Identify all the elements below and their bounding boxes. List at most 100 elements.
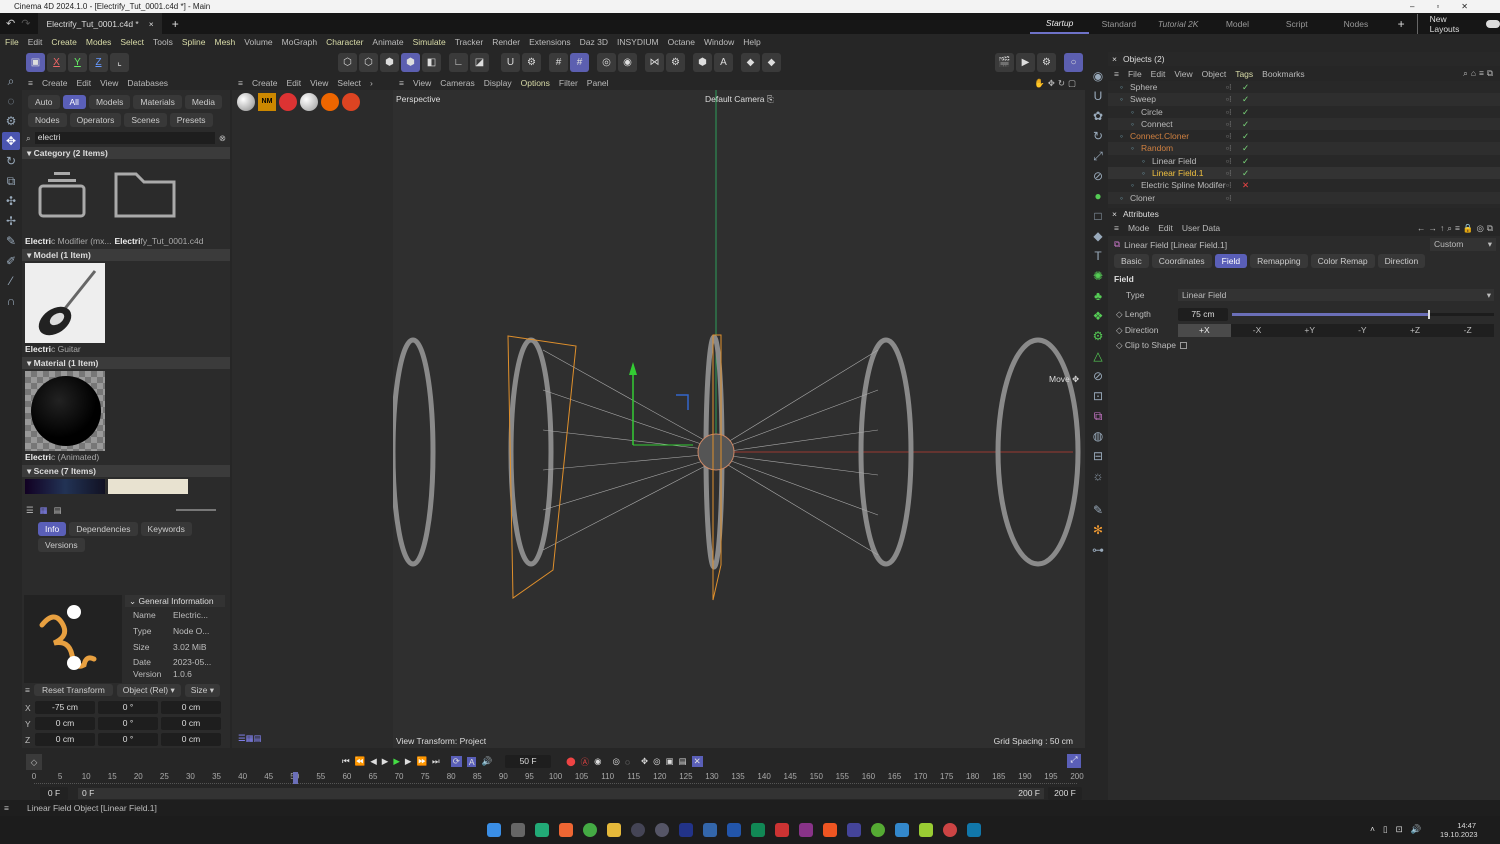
- model-transform-icon[interactable]: ✢: [2, 212, 20, 230]
- scene-thumbnail[interactable]: [25, 479, 105, 494]
- visibility-toggle[interactable]: ▫⁝: [1226, 118, 1232, 130]
- objects-menu-edit[interactable]: Edit: [1151, 69, 1166, 79]
- asset-electrify-scene[interactable]: [112, 170, 182, 240]
- menu-mesh[interactable]: Mesh: [215, 37, 236, 47]
- sound-icon[interactable]: 🔊: [481, 756, 492, 767]
- menu-window[interactable]: Window: [704, 37, 734, 47]
- filter-materials[interactable]: Materials: [133, 95, 182, 109]
- object-row[interactable]: ◦ Cloner ▫⁝: [1108, 191, 1500, 204]
- menu-file[interactable]: File: [5, 37, 19, 47]
- chrome-icon[interactable]: [583, 823, 597, 837]
- section-category[interactable]: ▾ Category (2 Items): [22, 147, 230, 159]
- select-gear-icon[interactable]: ⚙: [2, 112, 20, 130]
- key-params-icon[interactable]: ✥: [641, 756, 648, 767]
- object-row[interactable]: ◦ Electric Spline Modifer ▫⁝ ✕: [1108, 179, 1500, 191]
- position-y-field[interactable]: 0 cm: [35, 717, 95, 730]
- brave-icon[interactable]: [823, 823, 837, 837]
- knife-icon[interactable]: ⁄: [2, 272, 20, 290]
- menu-mograph[interactable]: MoGraph: [282, 37, 317, 47]
- timeline-graph-icon[interactable]: ⤢: [1067, 754, 1081, 768]
- menu-extensions[interactable]: Extensions: [529, 37, 571, 47]
- objects-menu-file[interactable]: File: [1128, 69, 1142, 79]
- object-row[interactable]: ◦ Connect ▫⁝ ✓: [1108, 117, 1500, 131]
- tab-direction[interactable]: Direction: [1377, 254, 1426, 268]
- pen-icon[interactable]: ✎: [1089, 501, 1107, 519]
- attributes-menu-mode[interactable]: Mode: [1128, 223, 1149, 233]
- key-scale-icon[interactable]: ▤: [679, 756, 687, 767]
- playhead[interactable]: [292, 772, 298, 784]
- window-controls[interactable]: –▫✕: [1410, 0, 1490, 13]
- scene-thumbnail[interactable]: [108, 479, 188, 494]
- position-x-field[interactable]: -75 cm: [35, 701, 95, 714]
- render-settings-icon[interactable]: ⚙: [1037, 53, 1056, 72]
- symmetry-settings-icon[interactable]: ◉: [618, 53, 637, 72]
- material-menu-more[interactable]: ›: [370, 78, 373, 88]
- enabled-check-icon[interactable]: ✓: [1242, 155, 1249, 167]
- tag-icon[interactable]: ⊘: [1089, 367, 1107, 385]
- viewport-menu-view[interactable]: View: [413, 78, 431, 88]
- mograph-icon[interactable]: ♣: [1089, 287, 1107, 305]
- object-row[interactable]: ◦ Linear Field ▫⁝ ✓: [1108, 155, 1500, 167]
- viewport-menu-cameras[interactable]: Cameras: [440, 78, 474, 88]
- direction-minus-z[interactable]: -Z: [1441, 324, 1494, 337]
- asset-menu-edit[interactable]: Edit: [76, 78, 91, 88]
- next-key-icon[interactable]: ⏩: [416, 756, 427, 767]
- layout-tab-nodes[interactable]: Nodes: [1326, 19, 1385, 29]
- section-scene[interactable]: ▾ Scene (7 Items): [22, 465, 230, 477]
- layout-tab-script[interactable]: Script: [1267, 19, 1326, 29]
- cube-solid-icon[interactable]: ◆: [762, 53, 781, 72]
- asset-menu-create[interactable]: Create: [42, 78, 68, 88]
- object-row[interactable]: ◦ Sphere ▫⁝ ✓: [1108, 81, 1500, 93]
- enabled-check-icon[interactable]: ✓: [1242, 167, 1249, 179]
- grid-icon[interactable]: #: [549, 53, 568, 72]
- tweak-mode-icon[interactable]: ◪: [470, 53, 489, 72]
- menu-insydium[interactable]: INSYDIUM: [617, 37, 659, 47]
- model-mode-icon[interactable]: ▣: [26, 53, 45, 72]
- viewport-menu-filter[interactable]: Filter: [559, 78, 578, 88]
- workplane-icon[interactable]: #: [570, 53, 589, 72]
- key-point-icon[interactable]: ▣: [666, 756, 674, 767]
- transform-icon[interactable]: ✣: [2, 192, 20, 210]
- visibility-toggle[interactable]: ▫⁝: [1226, 142, 1232, 154]
- thumbnail-size-slider[interactable]: [176, 509, 216, 511]
- play-icon[interactable]: ▶: [382, 756, 389, 767]
- app-icon[interactable]: [535, 823, 549, 837]
- menu-modes[interactable]: Modes: [86, 37, 112, 47]
- direction-plusminus-y[interactable]: +Y: [1283, 324, 1336, 337]
- photoshop-icon[interactable]: [679, 823, 693, 837]
- objects-menu-bookmarks[interactable]: Bookmarks: [1262, 69, 1305, 79]
- cinema4d-icon[interactable]: [631, 823, 645, 837]
- hamburger-icon[interactable]: ≡: [1114, 223, 1119, 233]
- menu-tools[interactable]: Tools: [153, 37, 173, 47]
- effector-icon[interactable]: ❖: [1089, 307, 1107, 325]
- menu-simulate[interactable]: Simulate: [413, 37, 446, 47]
- close-tab-icon[interactable]: ×: [149, 19, 154, 29]
- undo-icon[interactable]: ↶: [6, 17, 15, 30]
- app-icon[interactable]: [871, 823, 885, 837]
- current-frame-field[interactable]: 50 F: [505, 755, 552, 768]
- atom-icon[interactable]: ✻: [1089, 521, 1107, 539]
- material-swatch[interactable]: [321, 93, 339, 111]
- material-menu-create[interactable]: Create: [252, 78, 278, 88]
- uv-mode-icon[interactable]: ◧: [422, 53, 441, 72]
- hamburger-icon[interactable]: ≡: [4, 803, 9, 813]
- close-panel-icon[interactable]: ×: [1112, 209, 1117, 219]
- material-swatch[interactable]: [237, 93, 255, 111]
- visibility-toggle[interactable]: ▫⁝: [1226, 192, 1232, 204]
- enabled-check-icon[interactable]: ✓: [1242, 81, 1249, 93]
- auto-key-icon[interactable]: A: [714, 53, 733, 72]
- render-view-icon[interactable]: 🎬: [995, 53, 1014, 72]
- key-position-icon[interactable]: ◎: [613, 756, 620, 767]
- enabled-check-icon[interactable]: ✓: [1242, 106, 1249, 118]
- sphere-green-icon[interactable]: ●: [1089, 187, 1107, 205]
- go-to-start-icon[interactable]: ⏮: [342, 756, 350, 767]
- camera-label[interactable]: Default Camera ⎘: [705, 94, 774, 105]
- snap-settings-icon[interactable]: ⚙: [522, 53, 541, 72]
- menu-tracker[interactable]: Tracker: [455, 37, 484, 47]
- visibility-toggle[interactable]: ▫⁝: [1226, 167, 1232, 179]
- app-icon[interactable]: [919, 823, 933, 837]
- render-to-picture-viewer-icon[interactable]: ▶: [1016, 53, 1035, 72]
- menu-volume[interactable]: Volume: [244, 37, 272, 47]
- section-material[interactable]: ▾ Material (1 Item): [22, 357, 230, 369]
- visibility-toggle[interactable]: ▫⁝: [1226, 179, 1232, 191]
